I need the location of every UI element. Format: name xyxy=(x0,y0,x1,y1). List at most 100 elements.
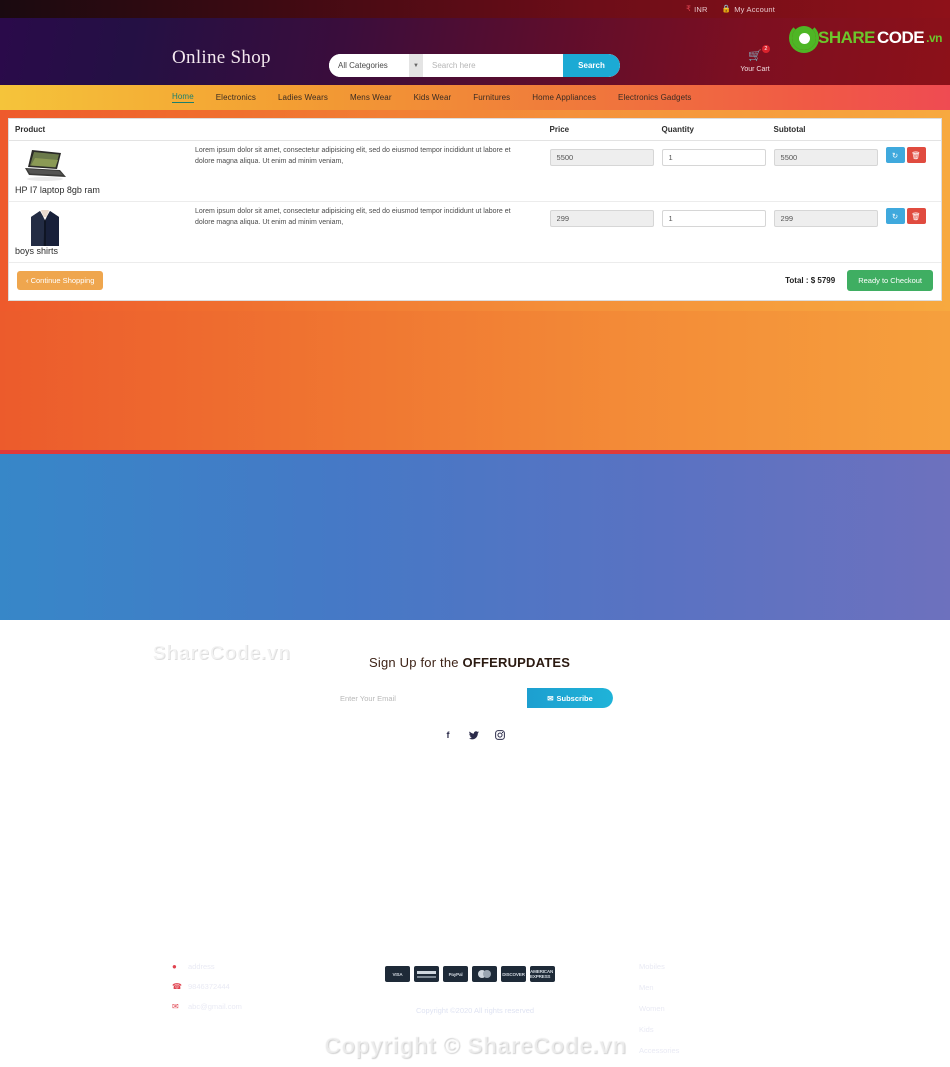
cart-footer: ‹ Continue Shopping Total : $ 5799 Ready… xyxy=(9,263,941,300)
twitter-icon[interactable] xyxy=(464,725,484,745)
newsletter-title: Sign Up for the OFFERUPDATES xyxy=(369,655,570,670)
paypal-icon: PayPal xyxy=(443,966,468,982)
newsletter-section: ShareCode.vn Sign Up for the OFFERUPDATE… xyxy=(0,311,950,745)
cart-widget[interactable]: 🛒 2 Your Cart xyxy=(735,45,775,73)
sharecode-footer-watermark: Copyright © ShareCode.vn xyxy=(323,1032,627,1058)
about-address: address xyxy=(188,962,215,971)
continue-shopping-button[interactable]: ‹ Continue Shopping xyxy=(17,271,104,290)
subscribe-label: Subscribe xyxy=(556,693,593,703)
subscribe-form: ✉ Subscribe xyxy=(328,688,613,708)
site-footer: ABOUT US ● address ☎ 9846372444 ✉ abc@gm… xyxy=(0,450,950,1058)
nav-item-electronics-gadgets[interactable]: Electronics Gadgets xyxy=(618,93,692,102)
trash-icon[interactable]: 🗑 xyxy=(906,208,926,224)
instagram-icon[interactable] xyxy=(490,725,510,745)
social-links: f xyxy=(438,725,510,745)
nav-item-kids-wear[interactable]: Kids Wear xyxy=(414,93,452,102)
column-header-product: Product xyxy=(9,119,546,141)
quantity-cell xyxy=(657,201,770,263)
watermark-vn: .vn xyxy=(926,31,942,45)
column-header-price: Price xyxy=(545,119,658,141)
table-header-row: Product Price Quantity Subtotal xyxy=(9,119,941,141)
product-cell: boys shirts Lorem ipsum dolor sit amet, … xyxy=(9,201,546,263)
amex-icon: AMERICAN EXPRESS xyxy=(530,966,555,982)
subtotal-input xyxy=(773,149,878,166)
copyright-text: Copyright ©2020 All rights reserved xyxy=(415,1006,535,1015)
sharecode-mark-icon xyxy=(789,23,820,53)
currency-selector[interactable]: ₹ INR xyxy=(686,5,708,14)
nav-item-home[interactable]: Home xyxy=(172,92,194,103)
price-cell xyxy=(545,201,658,263)
product-name[interactable]: boys shirts xyxy=(15,246,542,256)
credit-card-icon xyxy=(414,966,439,982)
table-row: boys shirts Lorem ipsum dolor sit amet, … xyxy=(9,201,941,263)
cart-table: Product Price Quantity Subtotal HP I7 la… xyxy=(9,119,941,263)
top-utility-bar: ₹ INR 🔒 My Account xyxy=(0,0,950,18)
newsletter-watermark: ShareCode.vn xyxy=(152,642,291,664)
sharecode-watermark-logo: SHARE CODE .vn xyxy=(789,23,942,53)
quantity-input[interactable] xyxy=(661,210,766,227)
subscribe-button[interactable]: ✉ Subscribe xyxy=(527,688,613,708)
subtotal-input xyxy=(773,210,878,227)
column-header-actions xyxy=(881,119,941,141)
refresh-icon[interactable]: ↻ xyxy=(885,208,905,224)
actions-cell: ↻ 🗑 xyxy=(881,201,941,263)
category-select[interactable]: All Categories xyxy=(329,54,409,77)
watermark-share: SHARE xyxy=(818,28,876,47)
cart-table-head: Product Price Quantity Subtotal xyxy=(9,119,941,141)
location-pin-icon: ● xyxy=(172,962,177,971)
brand-logo[interactable]: Online Shop xyxy=(172,47,271,69)
my-account-link[interactable]: 🔒 My Account xyxy=(722,5,775,14)
search-input[interactable] xyxy=(423,54,563,77)
product-description: Lorem ipsum dolor sit amet, consectetur … xyxy=(195,147,511,165)
cart-panel: Product Price Quantity Subtotal HP I7 la… xyxy=(8,118,942,301)
lock-icon: 🔒 xyxy=(721,4,732,14)
refresh-icon[interactable]: ↻ xyxy=(885,147,905,163)
nav-item-furnitures[interactable]: Furnitures xyxy=(473,93,510,102)
nav-item-home-appliances[interactable]: Home Appliances xyxy=(532,93,596,102)
subtotal-cell xyxy=(769,140,882,202)
trash-icon[interactable]: 🗑 xyxy=(906,147,926,163)
currency-label: INR xyxy=(694,4,708,14)
payment-methods: VISA PayPal DISCOVER AMERICAN EXPRESS xyxy=(385,966,555,982)
about-heading: ABOUT US xyxy=(172,934,233,946)
discover-icon: DISCOVER xyxy=(501,966,526,982)
column-header-subtotal: Subtotal xyxy=(769,119,882,141)
laptop-thumbnail-svg xyxy=(25,150,66,181)
quantity-input[interactable] xyxy=(661,149,766,166)
price-input[interactable] xyxy=(549,149,654,166)
about-phone-row[interactable]: ☎ 9846372444 xyxy=(172,982,242,991)
checkout-button[interactable]: Ready to Checkout xyxy=(847,270,933,291)
cart-count-badge: 2 xyxy=(761,45,770,53)
shirt-image xyxy=(23,208,67,246)
actions-cell: ↻ 🗑 xyxy=(881,140,941,202)
search-button[interactable]: Search xyxy=(563,54,620,77)
cart-table-body: HP I7 laptop 8gb ram Lorem ipsum dolor s… xyxy=(9,140,941,263)
watermark-code: CODE xyxy=(877,28,925,47)
my-account-label: My Account xyxy=(734,4,775,14)
nav-item-electronics[interactable]: Electronics xyxy=(216,93,256,102)
product-name[interactable]: HP I7 laptop 8gb ram xyxy=(15,185,542,195)
search-bar: All Categories ▼ Search xyxy=(329,54,620,77)
cart-icon: 🛒 2 xyxy=(748,45,770,62)
chevron-down-icon[interactable]: ▼ xyxy=(409,54,423,77)
visa-icon: VISA xyxy=(385,966,410,982)
subtotal-cell xyxy=(769,201,882,263)
shirt-thumbnail-svg xyxy=(31,210,59,246)
newsletter-title-bold: OFFERUPDATES xyxy=(462,655,571,670)
cart-label: Your Cart xyxy=(740,66,770,73)
price-input[interactable] xyxy=(549,210,654,227)
main-navigation: Home Electronics Ladies Wears Mens Wear … xyxy=(0,85,950,110)
laptop-image xyxy=(23,147,67,183)
site-header: Online Shop All Categories ▼ Search 🛒 2 … xyxy=(0,18,950,85)
table-row: HP I7 laptop 8gb ram Lorem ipsum dolor s… xyxy=(9,140,941,202)
nav-item-mens-wear[interactable]: Mens Wear xyxy=(350,93,392,102)
envelope-small-icon: ✉ xyxy=(547,693,554,703)
newsletter-title-normal: Sign Up for the xyxy=(369,655,463,670)
facebook-icon[interactable]: f xyxy=(438,725,458,745)
nav-item-ladies-wears[interactable]: Ladies Wears xyxy=(278,93,328,102)
footer-category-mobiles[interactable]: Mobiles xyxy=(639,962,715,971)
footer-category-men[interactable]: Men xyxy=(639,983,715,992)
phone-icon: ☎ xyxy=(172,982,182,991)
email-input[interactable] xyxy=(328,688,527,708)
cart-section: Product Price Quantity Subtotal HP I7 la… xyxy=(0,110,950,311)
